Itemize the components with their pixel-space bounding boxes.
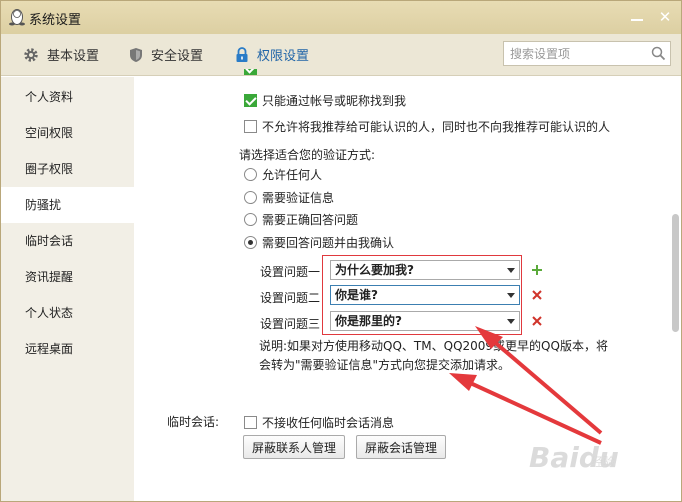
tab-label: 权限设置: [257, 49, 310, 64]
sidebar-item-remote-desktop[interactable]: 远程桌面: [1, 331, 134, 367]
option-label: 不接收任何临时会话消息: [262, 415, 395, 430]
sidebar-item-circle-permission[interactable]: 圈子权限: [1, 151, 134, 187]
search-icon[interactable]: [651, 46, 666, 61]
checkbox-reject-temp-chat[interactable]: [244, 415, 257, 429]
sidebar-item-personal-status[interactable]: 个人状态: [1, 295, 134, 331]
radio-answer-correctly[interactable]: [244, 212, 257, 226]
block-contacts-button[interactable]: 屏蔽联系人管理: [243, 435, 346, 459]
scrollbar[interactable]: [670, 77, 681, 501]
option-row-find-by-account[interactable]: 只能通过帐号或昵称找到我: [244, 92, 406, 108]
close-button[interactable]: ✕: [653, 5, 677, 29]
sidebar-item-profile[interactable]: 个人资料: [1, 79, 134, 115]
title-bar: 系统设置 ✕: [1, 1, 681, 34]
question-1-label: 设置问题一: [260, 265, 321, 279]
gear-icon: [24, 47, 38, 62]
close-icon: ✕: [658, 8, 672, 26]
radio-allow-anyone[interactable]: [244, 167, 257, 181]
clipped-option-row: [244, 69, 262, 77]
qq-penguin-icon: [9, 9, 25, 26]
baidu-watermark-text: 经验: [591, 455, 616, 469]
radio-label: 需要回答问题并由我确认: [262, 235, 395, 250]
minimize-icon: [631, 19, 643, 21]
minimize-button[interactable]: [625, 5, 649, 29]
tab-bar: 基本设置 安全设置 权限设置: [1, 34, 681, 76]
checkbox-find-by-account[interactable]: [244, 93, 257, 107]
radio-label: 需要验证信息: [262, 190, 335, 205]
clipped-checkbox: [244, 69, 257, 75]
sidebar-item-anti-harassment[interactable]: 防骚扰: [1, 187, 134, 223]
lock-icon: [236, 46, 248, 62]
radio-label: 需要正确回答问题: [262, 212, 359, 227]
radio-row-answer-and-confirm[interactable]: 需要回答问题并由我确认: [244, 234, 394, 250]
radio-need-verify-info[interactable]: [244, 190, 257, 204]
delete-question-icon[interactable]: [531, 289, 543, 301]
highlight-box: [322, 255, 522, 335]
annotation-arrowhead: [449, 373, 477, 391]
option-label: 不允许将我推荐给可能认识的人，同时也不向我推荐可能认识的人: [262, 119, 611, 134]
radio-row-need-verify-info[interactable]: 需要验证信息: [244, 189, 334, 205]
sidebar-item-temp-chat[interactable]: 临时会话: [1, 223, 134, 259]
search-box: [503, 41, 671, 66]
shield-icon: [130, 47, 142, 62]
option-label: 只能通过帐号或昵称找到我: [262, 93, 407, 108]
sidebar: 个人资料 空间权限 圈子权限 防骚扰 临时会话 资讯提醒 个人状态 远程桌面: [1, 77, 134, 501]
option-row-no-recommend[interactable]: 不允许将我推荐给可能认识的人，同时也不向我推荐可能认识的人: [244, 118, 610, 134]
tab-basic-settings[interactable]: 基本设置: [23, 34, 99, 75]
block-sessions-button[interactable]: 屏蔽会话管理: [356, 435, 447, 459]
settings-window: 系统设置 ✕ 基本设置 安全设置 权限设置 搜索设置项 个人资料 空间权限 圈子…: [0, 0, 682, 502]
tab-label: 基本设置: [47, 49, 100, 64]
radio-answer-and-confirm[interactable]: [244, 235, 257, 249]
option-row-reject-temp-chat[interactable]: 不接收任何临时会话消息: [244, 414, 394, 430]
tab-security-settings[interactable]: 安全设置: [129, 34, 203, 75]
search-input[interactable]: [504, 42, 644, 65]
tab-label: 安全设置: [151, 49, 204, 64]
verify-title: 请选择适合您的验证方式:: [239, 147, 376, 162]
window-title: 系统设置: [29, 13, 82, 28]
question-3-label: 设置问题三: [260, 317, 321, 331]
scrollbar-thumb[interactable]: [672, 214, 679, 332]
radio-label: 允许任何人: [262, 167, 323, 182]
radio-row-answer-correctly[interactable]: 需要正确回答问题: [244, 211, 358, 227]
temp-chat-label: 临时会话:: [167, 415, 220, 429]
radio-row-allow-anyone[interactable]: 允许任何人: [244, 166, 322, 182]
delete-question-icon[interactable]: [531, 315, 543, 327]
sidebar-item-news-reminder[interactable]: 资讯提醒: [1, 259, 134, 295]
question-2-label: 设置问题二: [260, 291, 321, 305]
sidebar-item-space-permission[interactable]: 空间权限: [1, 115, 134, 151]
checkbox-no-recommend[interactable]: [244, 119, 257, 133]
add-question-icon[interactable]: [531, 264, 543, 276]
compat-note: 说明:如果对方使用移动QQ、TM、QQ2009或更早的QQ版本，将会转为"需要验…: [259, 339, 608, 372]
annotation-arrow: [465, 379, 602, 445]
